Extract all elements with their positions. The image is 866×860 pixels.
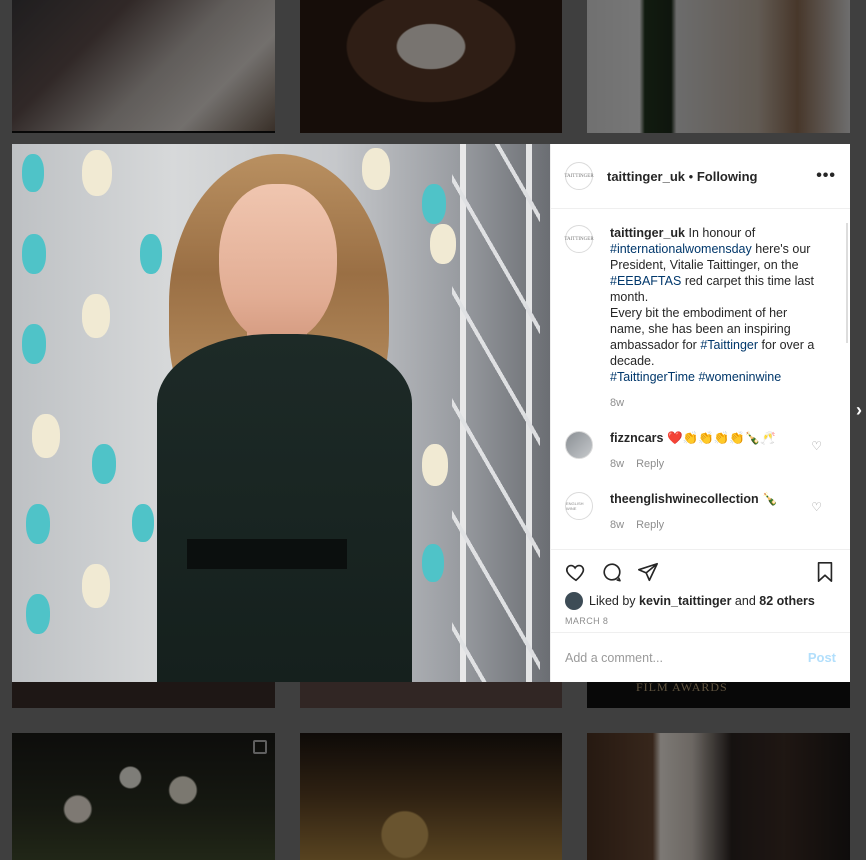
comment-icon[interactable] [601, 561, 623, 583]
hashtag-link[interactable]: #TaittingerTime [610, 370, 695, 384]
bokeh-light [140, 234, 162, 274]
prev-arrow-icon[interactable]: ‹ [0, 398, 6, 418]
bokeh-light [422, 184, 446, 224]
add-comment-bar: Add a comment... Post [551, 632, 850, 682]
post-side-panel: TAITTINGER taittinger_uk • Following •••… [550, 144, 850, 682]
comments-scroll-area[interactable]: TAITTINGER taittinger_uk In honour of #i… [551, 209, 850, 549]
post-actions: Liked by kevin_taittinger and 82 others … [551, 549, 850, 632]
bokeh-light [422, 544, 444, 582]
bokeh-light [22, 324, 46, 364]
bokeh-light [22, 154, 44, 192]
bokeh-light [82, 150, 112, 196]
post-modal: TAITTINGER taittinger_uk • Following •••… [12, 144, 850, 682]
more-options-icon[interactable]: ••• [816, 167, 836, 185]
comment-body: theenglishwinecollection 🍾 8w Reply [610, 492, 778, 531]
bokeh-light [26, 504, 50, 544]
bokeh-light [32, 414, 60, 458]
liker-username[interactable]: kevin_taittinger [639, 594, 731, 608]
subject-jacket [157, 334, 412, 682]
commenter-avatar[interactable] [565, 431, 593, 459]
caption-text-part: In honour of [688, 226, 756, 240]
comment-meta: 8w Reply [610, 458, 776, 470]
subject-belt [187, 539, 347, 569]
post-photo[interactable] [12, 144, 550, 682]
hashtag-link[interactable]: #womeninwine [698, 370, 781, 384]
comment-time[interactable]: 8w [610, 519, 624, 531]
subject-face [219, 184, 337, 344]
liker-avatar[interactable] [565, 592, 583, 610]
comment-item: ENGLISH WINE theenglishwinecollection 🍾 … [565, 492, 836, 531]
caption-username[interactable]: taittinger_uk [610, 226, 685, 240]
post-date[interactable]: MARCH 8 [565, 616, 836, 626]
post-comment-button[interactable]: Post [808, 650, 836, 665]
caption-avatar[interactable]: TAITTINGER [564, 225, 594, 253]
caption: TAITTINGER taittinger_uk In honour of #i… [564, 225, 836, 385]
likes-prefix: Liked by [589, 594, 636, 608]
bokeh-light [92, 444, 116, 484]
header-username[interactable]: taittinger_uk [607, 169, 685, 184]
reply-button[interactable]: Reply [636, 519, 664, 531]
likes-summary: Liked by kevin_taittinger and 82 others [565, 592, 836, 610]
likes-and: and [734, 594, 756, 608]
comment-body: fizzncars ❤️👏👏👏👏🍾🥂 8w Reply [610, 431, 776, 470]
likes-others-link[interactable]: 82 others [759, 594, 815, 608]
bokeh-light [22, 234, 46, 274]
add-comment-input[interactable]: Add a comment... [565, 651, 663, 665]
next-arrow-icon[interactable]: › [856, 400, 866, 420]
share-icon[interactable] [637, 561, 659, 583]
profile-avatar[interactable]: TAITTINGER [564, 162, 594, 190]
caption-text: taittinger_uk In honour of #internationa… [610, 225, 824, 385]
bookmark-icon[interactable] [814, 561, 836, 583]
action-icons [565, 560, 836, 584]
header-user: taittinger_uk • Following [607, 169, 757, 184]
comment-item: fizzncars ❤️👏👏👏👏🍾🥂 8w Reply ♡ [565, 431, 836, 470]
bokeh-light [132, 504, 154, 542]
heart-icon[interactable] [565, 561, 587, 583]
comment-text: ❤️👏👏👏👏🍾🥂 [666, 431, 776, 445]
follow-status-button[interactable]: Following [697, 169, 758, 184]
bokeh-light [82, 294, 110, 338]
comment-username[interactable]: fizzncars [610, 431, 664, 445]
reply-button[interactable]: Reply [636, 458, 664, 470]
comment-meta: 8w Reply [610, 519, 778, 531]
hashtag-link[interactable]: #Taittinger [700, 338, 758, 352]
comment-username[interactable]: theenglishwinecollection [610, 492, 759, 506]
stage-truss [452, 144, 540, 682]
caption-time[interactable]: 8w [610, 397, 836, 409]
header-separator: • [688, 168, 694, 184]
hashtag-link[interactable]: #internationalwomensday [610, 242, 752, 256]
post-header: TAITTINGER taittinger_uk • Following ••• [551, 144, 850, 209]
bokeh-light [82, 564, 110, 608]
bokeh-light [26, 594, 50, 634]
hashtag-link[interactable]: #EEBAFTAS [610, 274, 681, 288]
commenter-avatar[interactable]: ENGLISH WINE [565, 492, 593, 520]
comment-like-icon[interactable]: ♡ [811, 439, 822, 453]
comment-text: 🍾 [762, 492, 778, 506]
comment-time[interactable]: 8w [610, 458, 624, 470]
scrollbar[interactable] [846, 223, 848, 343]
bokeh-light [422, 444, 448, 486]
comment-like-icon[interactable]: ♡ [811, 500, 822, 514]
bokeh-light [362, 148, 390, 190]
